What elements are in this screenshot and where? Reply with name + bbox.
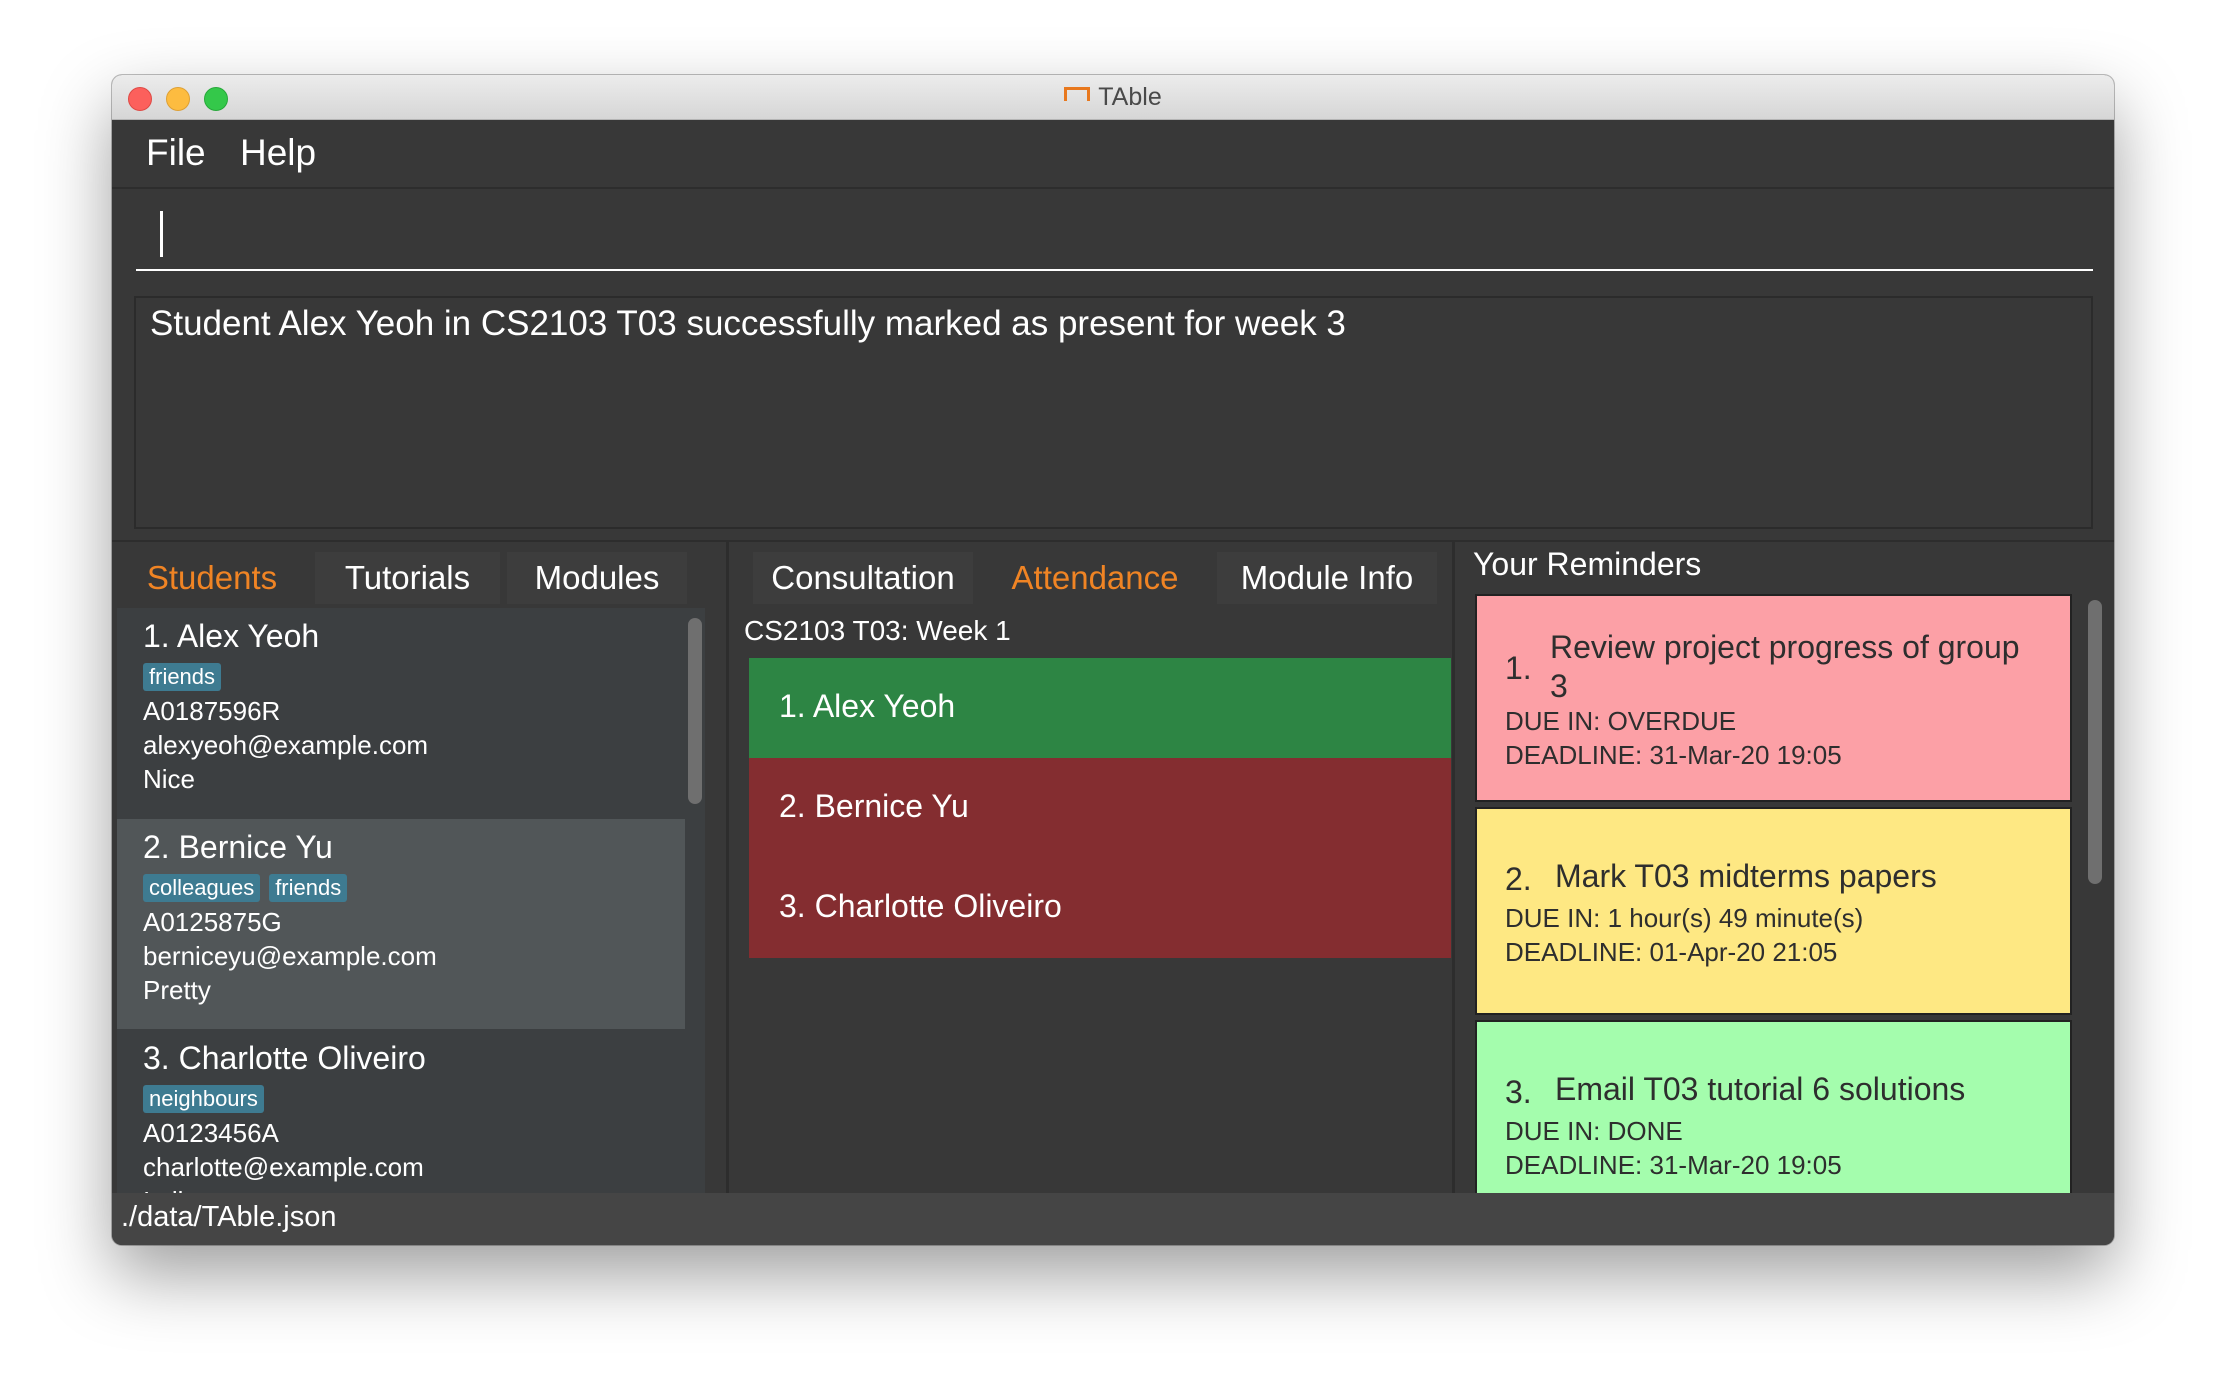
command-underline xyxy=(136,269,2093,271)
reminder-deadline: DEADLINE: 01-Apr-20 21:05 xyxy=(1505,937,1838,967)
menu-file[interactable]: File xyxy=(146,132,206,174)
student-matric: A0125875G xyxy=(143,907,282,937)
reminder-number: 1. xyxy=(1505,650,1532,686)
tag-badge: friends xyxy=(269,874,348,902)
student-remark: Nice xyxy=(143,764,196,794)
tag-badge: neighbours xyxy=(143,1085,264,1113)
scroll-thumb[interactable] xyxy=(2088,600,2102,884)
reminder-title: Mark T03 midterms papers xyxy=(1555,858,1937,894)
student-remark: Pretty xyxy=(143,975,211,1005)
middle-pane: Consultation Attendance Module Info CS21… xyxy=(726,542,1451,1195)
reminder-title-line: 3 xyxy=(1550,668,1568,704)
reminder-card[interactable]: 2. Mark T03 midterms papers DUE IN: 1 ho… xyxy=(1475,807,2072,1015)
attendance-student-name: 3. Charlotte Oliveiro xyxy=(779,888,1062,924)
reminders-title: Your Reminders xyxy=(1473,546,1702,582)
tab-consultation[interactable]: Consultation xyxy=(753,552,973,604)
tag-badge: friends xyxy=(143,663,222,691)
menu-bar: File Help xyxy=(112,120,2114,189)
reminder-deadline: DEADLINE: 31-Mar-20 19:05 xyxy=(1505,1150,1842,1180)
tag-list: colleagues friends xyxy=(143,871,356,902)
scroll-thumb[interactable] xyxy=(688,618,702,804)
window-title-area: TAble xyxy=(112,75,2114,119)
student-email: berniceyu@example.com xyxy=(143,941,437,971)
student-name: 3. Charlotte Oliveiro xyxy=(143,1040,426,1076)
reminder-number: 2. xyxy=(1505,861,1532,897)
title-bar: TAble xyxy=(112,75,2114,120)
status-bar: ./data/TAble.json xyxy=(112,1193,2114,1245)
tag-list: neighbours xyxy=(143,1082,273,1113)
reminder-due: DUE IN: 1 hour(s) 49 minute(s) xyxy=(1505,903,1864,933)
command-input[interactable] xyxy=(136,201,2093,271)
attendance-row[interactable]: 1. Alex Yeoh xyxy=(749,658,1451,758)
tab-students[interactable]: Students xyxy=(117,552,307,604)
attendance-row[interactable]: 3. Charlotte Oliveiro xyxy=(749,858,1451,958)
reminder-card[interactable]: 1. Review project progress of group 3 DU… xyxy=(1475,594,2072,802)
tab-modules[interactable]: Modules xyxy=(507,552,687,604)
attendance-student-name: 1. Alex Yeoh xyxy=(779,688,956,724)
tag-badge: colleagues xyxy=(143,874,261,902)
menu-help[interactable]: Help xyxy=(240,132,316,174)
student-list-scrollbar[interactable] xyxy=(685,608,705,1195)
window-title: TAble xyxy=(1098,83,1162,111)
student-name: 1. Alex Yeoh xyxy=(143,618,320,654)
student-matric: A0123456A xyxy=(143,1118,279,1148)
student-list[interactable]: 1. Alex Yeoh friends A0187596R alexyeoh@… xyxy=(117,608,685,1195)
student-matric: A0187596R xyxy=(143,696,281,726)
reminders-scrollbar[interactable] xyxy=(2085,594,2105,1195)
attendance-row[interactable]: 2. Bernice Yu xyxy=(749,758,1451,858)
result-display: Student Alex Yeoh in CS2103 T03 successf… xyxy=(134,296,2093,529)
app-window: TAble File Help Student Alex Yeoh in CS2… xyxy=(112,75,2114,1245)
result-message: Student Alex Yeoh in CS2103 T03 successf… xyxy=(150,304,1346,343)
tab-tutorials[interactable]: Tutorials xyxy=(315,552,500,604)
tag-list: friends xyxy=(143,660,230,691)
reminder-title: Email T03 tutorial 6 solutions xyxy=(1555,1071,1966,1107)
left-pane: Students Tutorials Modules 1. Alex Yeoh … xyxy=(117,542,727,1195)
student-email: charlotte@example.com xyxy=(143,1152,424,1182)
reminder-deadline: DEADLINE: 31-Mar-20 19:05 xyxy=(1505,740,1842,770)
save-file-path: ./data/TAble.json xyxy=(121,1201,337,1233)
reminder-number: 3. xyxy=(1505,1074,1532,1110)
middle-tab-bar: Consultation Attendance Module Info xyxy=(729,542,1437,608)
app-logo-icon xyxy=(1064,87,1091,101)
reminder-due: DUE IN: OVERDUE xyxy=(1505,706,1737,736)
attendance-student-name: 2. Bernice Yu xyxy=(779,788,969,824)
student-name: 2. Bernice Yu xyxy=(143,829,333,865)
reminder-card[interactable]: 3. Email T03 tutorial 6 solutions DUE IN… xyxy=(1475,1020,2072,1195)
reminder-title-line: Review project progress of group xyxy=(1550,629,2020,665)
left-tab-bar: Students Tutorials Modules xyxy=(117,542,727,608)
text-caret xyxy=(160,211,163,257)
tab-module-info[interactable]: Module Info xyxy=(1217,552,1437,604)
student-card[interactable]: 2. Bernice Yu colleagues friends A0125875… xyxy=(117,819,685,1029)
reminder-due: DUE IN: DONE xyxy=(1505,1116,1683,1146)
reminder-title: Review project progress of group 3 xyxy=(1550,628,2020,706)
student-email: alexyeoh@example.com xyxy=(143,730,429,760)
student-card[interactable]: 1. Alex Yeoh friends A0187596R alexyeoh@… xyxy=(117,608,685,818)
attendance-session-title: CS2103 T03: Week 1 xyxy=(744,615,1011,646)
tab-attendance[interactable]: Attendance xyxy=(985,552,1205,604)
student-card[interactable]: 3. Charlotte Oliveiro neighbours A012345… xyxy=(117,1030,685,1195)
content-panes: Students Tutorials Modules 1. Alex Yeoh … xyxy=(112,540,2114,1195)
reminders-pane: Your Reminders 1. Review project progres… xyxy=(1452,542,2114,1195)
